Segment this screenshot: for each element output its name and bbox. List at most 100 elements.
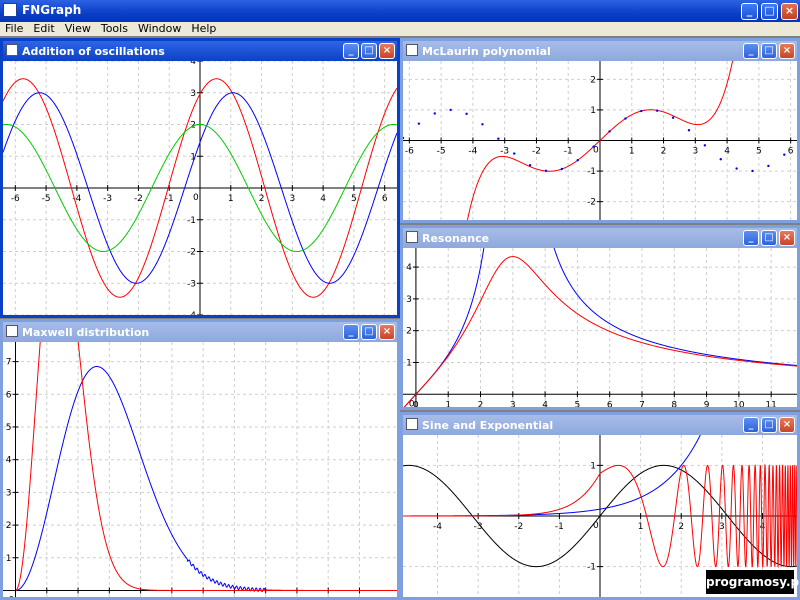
window-title-bar[interactable]: Addition of oscillations _ □ ×: [3, 41, 397, 61]
y-tick-label: 4: [6, 456, 12, 466]
y-tick-label: 6: [6, 390, 12, 400]
y-tick-label: 2: [406, 327, 412, 337]
x-tick-label: 8: [671, 400, 677, 407]
window-title-bar[interactable]: Maxwell distribution _ □ ×: [3, 322, 397, 342]
x-tick-label: 8: [263, 596, 269, 597]
window-maxwell-distribution[interactable]: Maxwell distribution _ □ × 0012345678910…: [0, 319, 400, 600]
minimize-button[interactable]: _: [343, 43, 359, 59]
x-tick-label: -5: [437, 147, 446, 157]
x-tick-label: -3: [103, 194, 112, 204]
y-tick-label: 5: [6, 423, 12, 433]
menu-window[interactable]: Window: [133, 22, 186, 36]
menu-bar: File Edit View Tools Window Help: [0, 22, 800, 36]
window-title-bar[interactable]: McLaurin polynomial _ □ ×: [403, 41, 797, 61]
close-button[interactable]: ×: [779, 230, 795, 246]
y-tick-label: -1: [587, 563, 596, 573]
maxwell-plot[interactable]: 0012345678910111234567: [3, 342, 397, 597]
graph-window-icon[interactable]: [406, 44, 418, 56]
x-tick-label: 5: [169, 596, 175, 597]
x-tick-label: 9: [294, 596, 300, 597]
x-tick-label: 6: [607, 400, 613, 407]
oscillations-plot[interactable]: 0-6-5-4-3-2-1123456-4-3-2-11234: [3, 61, 397, 315]
x-tick-label: 3: [106, 596, 112, 597]
data-point: [544, 169, 548, 173]
x-tick-label: 10: [733, 400, 745, 407]
graph-window-icon[interactable]: [406, 418, 418, 430]
minimize-button[interactable]: _: [743, 230, 759, 246]
window-title-bar[interactable]: Sine and Exponential _ □ ×: [403, 415, 797, 435]
x-tick-label: 4: [542, 400, 548, 407]
close-button[interactable]: ×: [379, 324, 395, 340]
data-point: [449, 108, 452, 112]
x-tick-label: 4: [320, 194, 326, 204]
window-title: McLaurin polynomial: [422, 45, 551, 58]
maximize-button[interactable]: □: [361, 43, 377, 59]
y-tick-label: -2: [187, 248, 196, 258]
graph-window-icon[interactable]: [6, 44, 18, 56]
x-tick-label: 2: [661, 147, 667, 157]
menu-help[interactable]: Help: [186, 22, 221, 36]
data-point: [417, 122, 421, 125]
y-tick-label: -1: [187, 216, 196, 226]
resonance-plot[interactable]: 00 1 2 3 4 5 6 7 8 9 10 111234: [403, 248, 797, 407]
app-icon[interactable]: [3, 3, 17, 17]
x-tick-label: 1: [228, 194, 234, 204]
maximize-button[interactable]: □: [761, 230, 777, 246]
mclaurin-plot[interactable]: 0-6 -5 -4 -3 -2 -1 1 2 3 4 5 6-2-112: [403, 61, 797, 220]
maximize-button[interactable]: □: [761, 43, 777, 59]
x-tick-label: -2: [514, 522, 523, 532]
minimize-button[interactable]: _: [743, 417, 759, 433]
app-maximize-button[interactable]: □: [761, 3, 778, 20]
data-point: [576, 158, 579, 162]
series-line: [403, 256, 797, 407]
x-tick-label: 10: [322, 596, 334, 597]
window-mclaurin-polynomial[interactable]: McLaurin polynomial _ □ × 0 -6 -5 -4 -3 -2 -1 1…: [400, 38, 800, 223]
data-point: [735, 167, 738, 170]
x-tick-label: -3: [500, 147, 509, 157]
window-addition-of-oscillations[interactable]: Addition of oscillations _ □ × 0 -6 -5 -4 -3…: [0, 38, 400, 318]
y-tick-label: 2: [6, 521, 12, 531]
app-title-bar[interactable]: FNGraph _ □ ×: [0, 0, 800, 22]
x-tick-label: 3: [289, 194, 295, 204]
app-title: FNGraph: [22, 3, 82, 17]
close-button[interactable]: ×: [779, 43, 795, 59]
y-tick-label: -1: [587, 167, 596, 177]
x-tick-label: 3: [692, 147, 698, 157]
x-tick-label: 4: [724, 147, 730, 157]
close-button[interactable]: ×: [779, 417, 795, 433]
menu-file[interactable]: File: [0, 22, 28, 36]
close-button[interactable]: ×: [379, 43, 395, 59]
y-tick-label: 4: [190, 61, 196, 67]
data-point: [528, 164, 532, 167]
x-tick-label: 3: [719, 522, 725, 532]
window-title-bar[interactable]: Resonance _ □ ×: [403, 228, 797, 248]
graph-window-icon[interactable]: [6, 325, 18, 337]
x-tick-label: 1: [629, 147, 635, 157]
data-point: [703, 144, 707, 147]
window-title: Addition of oscillations: [22, 45, 165, 58]
menu-tools[interactable]: Tools: [96, 22, 133, 36]
x-tick-label: 2: [75, 596, 81, 597]
x-tick-label: 1: [638, 522, 644, 532]
x-tick-label: 5: [756, 147, 762, 157]
data-point: [433, 112, 436, 115]
data-point: [481, 123, 484, 126]
app-minimize-button[interactable]: _: [741, 3, 758, 20]
graph-window-icon[interactable]: [406, 231, 418, 243]
window-resonance[interactable]: Resonance _ □ × 0 0 1 2 3 4 5 6 7 8 9 10 11 1 2 3 4: [400, 225, 800, 410]
maximize-button[interactable]: □: [361, 324, 377, 340]
x-tick-label: 3: [510, 400, 516, 407]
data-point: [403, 136, 405, 140]
maximize-button[interactable]: □: [761, 417, 777, 433]
data-point: [513, 152, 516, 155]
y-tick-label: 1: [590, 461, 596, 471]
minimize-button[interactable]: _: [743, 43, 759, 59]
minimize-button[interactable]: _: [343, 324, 359, 340]
grid-lines: [3, 342, 397, 597]
menu-edit[interactable]: Edit: [28, 22, 59, 36]
menu-view[interactable]: View: [60, 22, 96, 36]
app-close-button[interactable]: ×: [781, 3, 798, 20]
x-tick-label: -6: [11, 194, 20, 204]
data-point: [592, 145, 595, 148]
origin-label: 0: [593, 521, 599, 531]
